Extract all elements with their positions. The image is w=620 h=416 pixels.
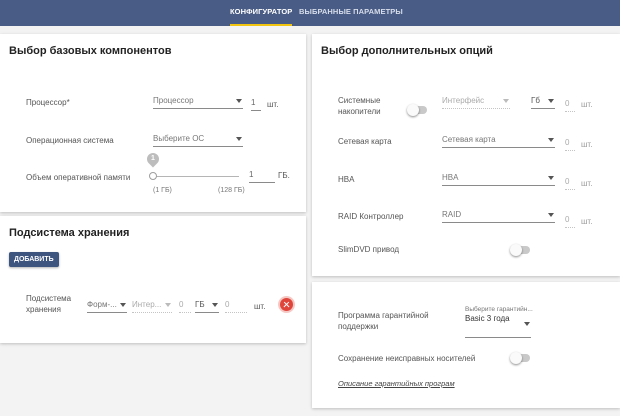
hba-qty-input[interactable]: 0 xyxy=(565,175,575,190)
os-select-value: Выберите ОС xyxy=(153,134,205,143)
chevron-down-icon xyxy=(503,99,509,103)
nic-select[interactable]: Сетевая карта xyxy=(442,133,555,148)
keep-failed-drives-toggle-knob xyxy=(510,352,522,364)
drives-interface-select[interactable]: Интерфейс xyxy=(442,94,510,109)
chevron-down-icon xyxy=(548,176,554,180)
options-title: Выбор дополнительных опций xyxy=(321,45,493,57)
storage-size-unit-value: ГБ xyxy=(195,300,205,309)
add-storage-button[interactable]: Добавить xyxy=(9,252,59,267)
tab-configurator[interactable]: Конфигуратор xyxy=(230,0,293,26)
drives-toggle-knob xyxy=(407,104,419,116)
delete-storage-icon[interactable] xyxy=(280,298,293,311)
top-nav-bar: Конфигуратор Выбранные параметры xyxy=(0,0,620,26)
chevron-down-icon xyxy=(120,303,126,307)
chevron-down-icon xyxy=(236,99,242,103)
cpu-qty-input[interactable]: 1 xyxy=(251,96,261,111)
ram-slider-max: (128 ГБ) xyxy=(218,187,245,194)
hba-qty-unit: шт. xyxy=(581,179,593,188)
chevron-down-icon xyxy=(548,99,554,103)
chevron-down-icon xyxy=(212,303,218,307)
storage-qty-input[interactable]: 0 xyxy=(225,298,247,313)
base-components-title: Выбор базовых компонентов xyxy=(9,45,172,57)
storage-card: Подсистема хранения Добавить Подсистема … xyxy=(0,216,306,343)
chevron-down-icon xyxy=(548,138,554,142)
ram-slider-bubble-text: 1 xyxy=(151,155,155,162)
drives-interface-value: Интерфейс xyxy=(442,96,485,105)
hba-label: HBA xyxy=(338,175,355,184)
raid-label: RAID Контроллер xyxy=(338,212,404,221)
raid-qty-input[interactable]: 0 xyxy=(565,213,575,228)
storage-title: Подсистема хранения xyxy=(9,227,130,239)
raid-select-value: RAID xyxy=(442,210,462,219)
base-components-card: Выбор базовых компонентов Процессор* Про… xyxy=(0,34,306,212)
nic-label: Сетевая карта xyxy=(338,137,392,146)
storage-form-factor-select[interactable]: Форм-... xyxy=(87,298,127,313)
warranty-select-value: Basic 3 года xyxy=(465,314,510,323)
dvd-label: SlimDVD привод xyxy=(338,245,400,254)
storage-row-label: Подсистема хранения xyxy=(26,294,72,314)
os-label: Операционная система xyxy=(26,136,114,145)
drives-size-unit-value: Гб xyxy=(531,96,540,105)
ram-slider-min: (1 ГБ) xyxy=(153,187,172,194)
cpu-select-value: Процессор xyxy=(153,96,194,105)
ram-value-input[interactable]: 1 xyxy=(249,168,275,183)
storage-interface-select[interactable]: Интер... xyxy=(132,298,172,313)
ram-slider-track[interactable] xyxy=(153,176,239,177)
tab-selected-params[interactable]: Выбранные параметры xyxy=(299,0,403,26)
drives-size-unit-select[interactable]: Гб xyxy=(531,94,555,109)
keep-failed-drives-toggle[interactable] xyxy=(510,352,530,364)
hba-select-value: HBA xyxy=(442,173,459,182)
cpu-select[interactable]: Процессор xyxy=(153,94,243,109)
raid-qty-unit: шт. xyxy=(581,217,593,226)
ram-value-unit: ГБ. xyxy=(278,171,290,180)
storage-size-unit-select[interactable]: ГБ xyxy=(195,298,219,313)
dvd-toggle[interactable] xyxy=(510,244,530,256)
raid-select[interactable]: RAID xyxy=(442,208,555,223)
cpu-label: Процессор* xyxy=(26,98,70,107)
storage-size-input[interactable]: 0 xyxy=(179,298,191,313)
dvd-toggle-knob xyxy=(510,244,522,256)
warranty-card: Программа гарантийной поддержки Выберите… xyxy=(312,282,620,408)
os-select[interactable]: Выберите ОС xyxy=(153,132,243,147)
ram-label: Объем оперативной памяти xyxy=(26,173,131,182)
warranty-description-link[interactable]: Описание гарантийных програм xyxy=(338,379,455,388)
cpu-qty-unit: шт. xyxy=(267,100,279,109)
storage-interface-value: Интер... xyxy=(132,300,162,309)
warranty-program-label: Программа гарантийной поддержки xyxy=(338,311,429,331)
keep-failed-drives-label: Сохранение неисправных носителей xyxy=(338,354,476,363)
drives-label: Системные накопители xyxy=(338,96,381,116)
chevron-down-icon xyxy=(165,303,171,307)
drives-toggle[interactable] xyxy=(407,104,427,116)
warranty-select-label: Выберите гарантийн... xyxy=(465,306,533,313)
nic-select-value: Сетевая карта xyxy=(442,135,496,144)
hba-select[interactable]: HBA xyxy=(442,171,555,186)
ram-slider-value-bubble: 1 xyxy=(144,150,162,168)
nic-qty-unit: шт. xyxy=(581,140,593,149)
chevron-down-icon xyxy=(524,322,530,326)
nic-qty-input[interactable]: 0 xyxy=(565,136,575,151)
options-card: Выбор дополнительных опций Системные нак… xyxy=(312,34,620,276)
drives-qty-unit: шт. xyxy=(581,100,593,109)
ram-slider-thumb[interactable] xyxy=(149,172,157,180)
chevron-down-icon xyxy=(236,137,242,141)
storage-qty-unit: шт. xyxy=(254,302,266,311)
drives-qty-input[interactable]: 0 xyxy=(565,97,575,112)
chevron-down-icon xyxy=(548,213,554,217)
warranty-select[interactable]: Basic 3 года xyxy=(465,314,531,338)
storage-form-factor-value: Форм-... xyxy=(87,300,117,309)
